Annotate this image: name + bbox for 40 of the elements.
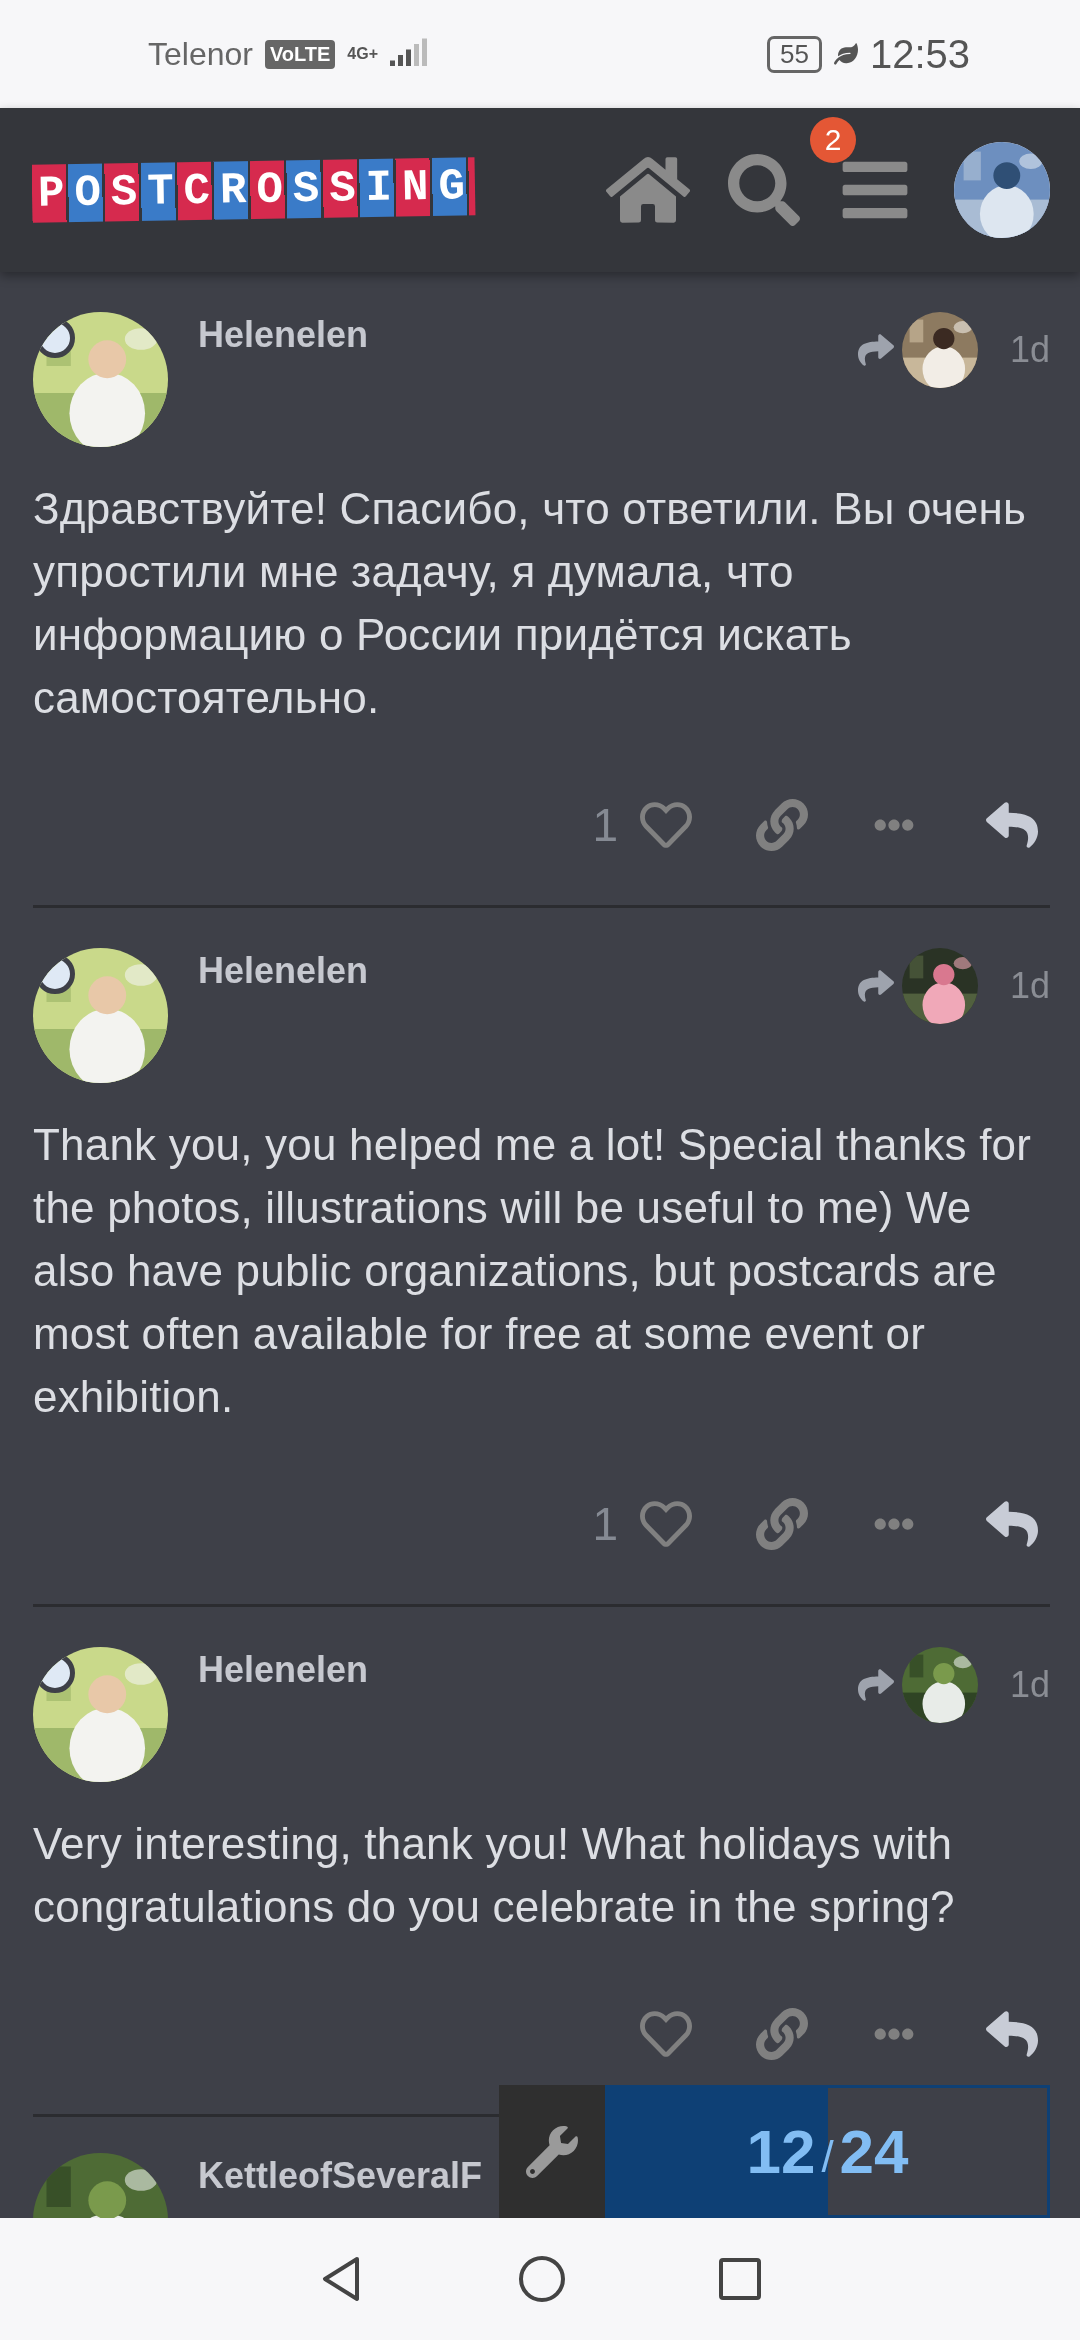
- carrier-name: Telenor: [148, 35, 253, 73]
- link-icon[interactable]: [756, 2008, 808, 2060]
- volte-badge: VoLTE: [264, 39, 336, 69]
- reply-icon[interactable]: [986, 799, 1038, 851]
- reply-icon[interactable]: [986, 2008, 1038, 2060]
- topic-progress-bar[interactable]: 12/24: [605, 2085, 1050, 2218]
- total-post-count: 24: [839, 2116, 909, 2187]
- like-count[interactable]: 1: [592, 798, 618, 852]
- leaf-icon: [833, 42, 858, 66]
- clock-time: 12:53: [869, 31, 970, 77]
- current-post-number: 12: [746, 2116, 816, 2187]
- post-age[interactable]: 1d: [1009, 1664, 1050, 1706]
- recents-icon[interactable]: [717, 2256, 763, 2302]
- progress-separator: /: [821, 2131, 834, 2182]
- link-icon[interactable]: [756, 1498, 808, 1550]
- author-name[interactable]: Helenelen: [198, 314, 369, 356]
- post-age[interactable]: 1d: [1009, 329, 1050, 371]
- post-text: Thank you, you helped me a lot! Special thanks for the photos, illustrations will be useful to me) We also have public organizations, but postcards are most often available for free at some event or exhibition.: [33, 1119, 1033, 1423]
- post-text: Здравствуйте! Спасибо, что ответили. Вы очень упростили мне задачу, я думала, что информацию о России придётся искать самостоятельно.: [33, 483, 1028, 724]
- reply-to-icon[interactable]: [857, 968, 894, 1004]
- battery-level: 55: [766, 35, 822, 73]
- author-name[interactable]: Helenelen: [198, 950, 369, 992]
- post-text: Very interesting, thank you! What holidays with congratulations do you celebrate in the spring?: [33, 1818, 956, 1933]
- heart-icon[interactable]: [640, 1498, 692, 1550]
- heart-icon[interactable]: [640, 2008, 692, 2060]
- notification-badge: 2: [810, 117, 856, 163]
- postcrossing-logo[interactable]: POSTCROSSING: [31, 157, 476, 223]
- search-icon[interactable]: [728, 154, 800, 226]
- reply-icon[interactable]: [986, 1498, 1038, 1550]
- link-icon[interactable]: [756, 799, 808, 851]
- reply-to-icon[interactable]: [857, 332, 894, 368]
- home-circle-icon[interactable]: [517, 2254, 567, 2304]
- admin-wrench-icon[interactable]: [499, 2085, 605, 2218]
- network-type: 4G+: [347, 46, 378, 62]
- reply-to-icon[interactable]: [857, 1667, 894, 1703]
- post-age[interactable]: 1d: [1009, 965, 1050, 1007]
- like-count[interactable]: 1: [592, 1497, 618, 1551]
- heart-icon[interactable]: [640, 799, 692, 851]
- author-name[interactable]: KettleofSeveralF: [198, 2155, 483, 2197]
- author-name[interactable]: Helenelen: [198, 1649, 369, 1691]
